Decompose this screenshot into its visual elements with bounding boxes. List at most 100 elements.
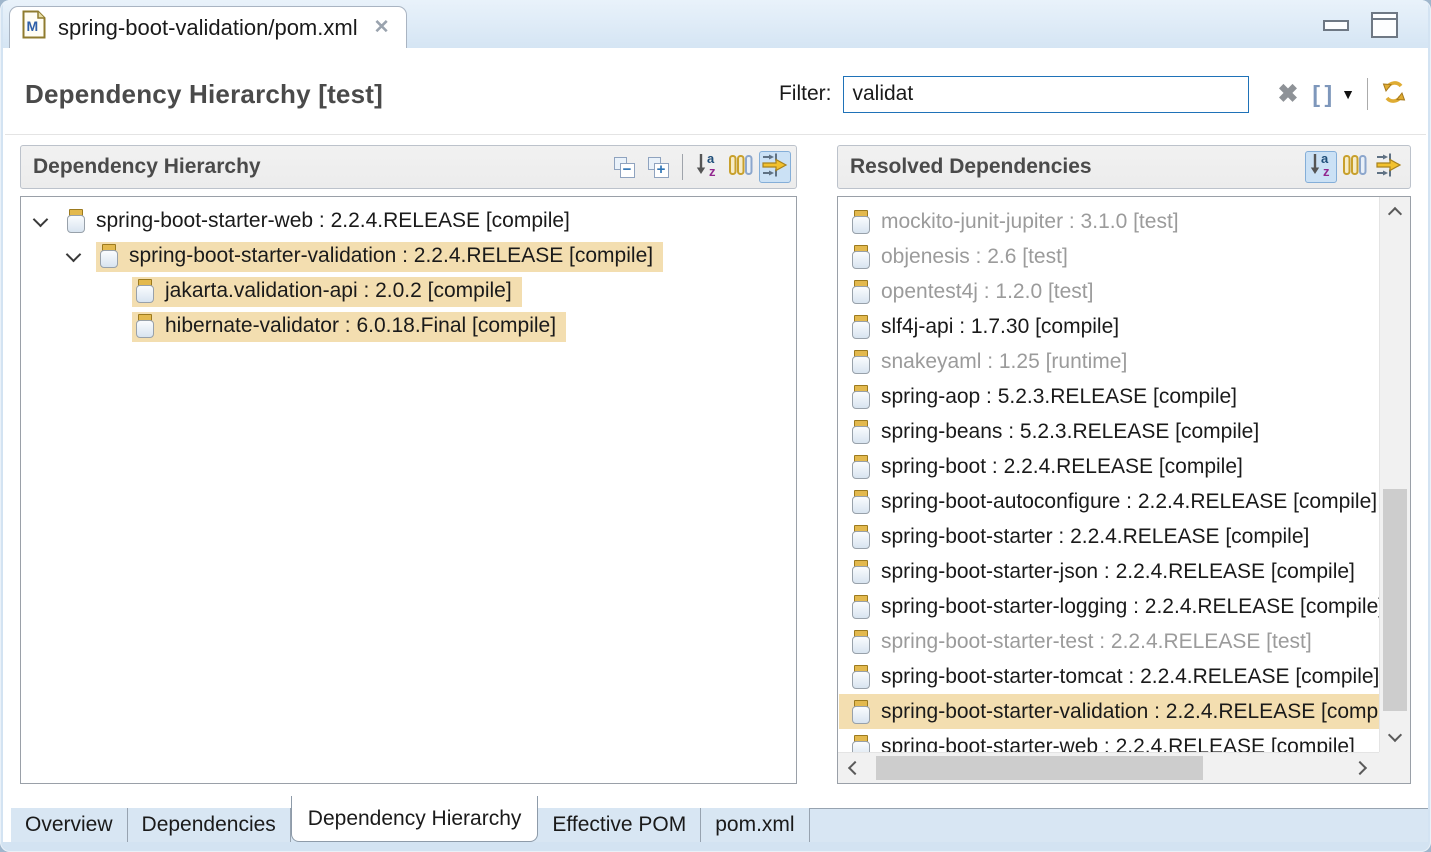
vertical-scrollbar[interactable]: [1379, 197, 1410, 752]
link-arrows-icon: [1375, 152, 1403, 183]
jar-icon: [852, 245, 870, 269]
list-item-label: opentest4j : 1.2.0 [test]: [881, 280, 1093, 304]
jar-icon: [852, 665, 870, 689]
list-item[interactable]: mockito-junit-jupiter : 3.1.0 [test]: [839, 204, 1379, 239]
scroll-left-icon[interactable]: [848, 761, 862, 775]
expand-all-button[interactable]: +: [642, 151, 674, 183]
list-item[interactable]: objenesis : 2.6 [test]: [839, 239, 1379, 274]
list-item[interactable]: spring-boot-starter-validation : 2.2.4.R…: [839, 694, 1379, 729]
filter-group: Filter: ✖ [ ] ▼: [779, 76, 1408, 113]
tab-effective-pom[interactable]: Effective POM: [538, 808, 701, 842]
sort-alphabetically-button[interactable]: a z: [1305, 151, 1337, 183]
tree-row[interactable]: hibernate-validator : 6.0.18.Final [comp…: [21, 309, 796, 344]
panels: Dependency Hierarchy − +: [3, 135, 1428, 796]
list-item-label: snakeyaml : 1.25 [runtime]: [881, 350, 1127, 374]
list-item[interactable]: spring-beans : 5.2.3.RELEASE [compile]: [839, 414, 1379, 449]
tree-row[interactable]: jakarta.validation-api : 2.0.2 [compile]: [21, 274, 796, 309]
scroll-right-icon[interactable]: [1353, 761, 1367, 775]
list-item-label: spring-boot-starter : 2.2.4.RELEASE [com…: [881, 525, 1309, 549]
jar-icon: [852, 630, 870, 654]
list-item[interactable]: opentest4j : 1.2.0 [test]: [839, 274, 1379, 309]
tree-node-label: spring-boot-starter-web : 2.2.4.RELEASE …: [96, 209, 570, 233]
list-item[interactable]: spring-boot-starter : 2.2.4.RELEASE [com…: [839, 519, 1379, 554]
resolved-dependencies-panel: Resolved Dependencies a z: [837, 145, 1411, 784]
show-group-id-button[interactable]: [725, 151, 757, 183]
jar-icon: [852, 385, 870, 409]
sort-alphabetically-button[interactable]: a z: [691, 151, 723, 183]
tree-node[interactable]: jakarta.validation-api : 2.0.2 [compile]: [132, 277, 522, 307]
list-item-label: slf4j-api : 1.7.30 [compile]: [881, 315, 1119, 339]
minimize-icon[interactable]: [1323, 20, 1349, 31]
filter-menu-caret-icon[interactable]: ▼: [1341, 86, 1355, 102]
jar-icon: [852, 700, 870, 724]
chevron-down-icon[interactable]: [33, 211, 49, 227]
editor-tab-title: spring-boot-validation/pom.xml: [58, 15, 358, 41]
link-with-selection-button[interactable]: [1373, 151, 1405, 183]
jar-icon: [852, 210, 870, 234]
jar-icon: [100, 244, 118, 268]
resolved-section-header: Resolved Dependencies a z: [837, 145, 1411, 189]
list-item-label: spring-boot-starter-validation : 2.2.4.R…: [881, 700, 1379, 724]
editor-body: Dependency Hierarchy [test] Filter: ✖ [ …: [3, 48, 1428, 842]
list-item[interactable]: snakeyaml : 1.25 [runtime]: [839, 344, 1379, 379]
list-item[interactable]: spring-aop : 5.2.3.RELEASE [compile]: [839, 379, 1379, 414]
editor-tab-pom[interactable]: M spring-boot-validation/pom.xml ✕: [9, 6, 407, 48]
jar-icon: [852, 525, 870, 549]
list-item[interactable]: spring-boot-starter-logging : 2.2.4.RELE…: [839, 589, 1379, 624]
form-header: Dependency Hierarchy [test] Filter: ✖ [ …: [3, 48, 1428, 134]
jar-icon: [852, 490, 870, 514]
list-item[interactable]: slf4j-api : 1.7.30 [compile]: [839, 309, 1379, 344]
page-title: Dependency Hierarchy [test]: [25, 79, 383, 110]
scroll-down-icon[interactable]: [1388, 728, 1402, 742]
tab-pom-xml[interactable]: pom.xml: [701, 808, 809, 842]
tree-row[interactable]: spring-boot-starter-validation : 2.2.4.R…: [21, 239, 796, 274]
hierarchy-section-header: Dependency Hierarchy − +: [20, 145, 797, 189]
tree-node[interactable]: hibernate-validator : 6.0.18.Final [comp…: [132, 312, 566, 342]
refresh-icon[interactable]: [1380, 78, 1408, 111]
link-with-selection-button[interactable]: [759, 151, 791, 183]
list-item-label: spring-boot-starter-logging : 2.2.4.RELE…: [881, 595, 1379, 619]
jar-icon: [852, 560, 870, 584]
chevron-down-icon[interactable]: [66, 246, 82, 262]
show-group-id-button[interactable]: [1339, 151, 1371, 183]
toolbar-separator: [682, 154, 683, 180]
list-item-label: spring-beans : 5.2.3.RELEASE [compile]: [881, 420, 1259, 444]
list-item[interactable]: spring-boot-starter-tomcat : 2.2.4.RELEA…: [839, 659, 1379, 694]
jar-icon: [852, 735, 870, 753]
tab-overview[interactable]: Overview: [11, 808, 128, 842]
list-item[interactable]: spring-boot-autoconfigure : 2.2.4.RELEAS…: [839, 484, 1379, 519]
jar-icon: [852, 280, 870, 304]
list-item[interactable]: spring-boot : 2.2.4.RELEASE [compile]: [839, 449, 1379, 484]
tab-dependency-hierarchy[interactable]: Dependency Hierarchy: [291, 796, 539, 842]
list-item-label: objenesis : 2.6 [test]: [881, 245, 1068, 269]
dependency-hierarchy-panel: Dependency Hierarchy − +: [20, 145, 797, 784]
tab-dependencies[interactable]: Dependencies: [128, 808, 291, 842]
horizontal-scrollbar-thumb[interactable]: [876, 756, 1203, 780]
svg-text:M: M: [27, 18, 39, 34]
maximize-icon[interactable]: [1371, 12, 1398, 38]
resolved-section-title: Resolved Dependencies: [850, 155, 1092, 179]
filter-input[interactable]: [843, 76, 1249, 113]
vertical-scrollbar-thumb[interactable]: [1383, 489, 1407, 711]
close-icon[interactable]: ✕: [374, 16, 390, 39]
scroll-up-icon[interactable]: [1388, 207, 1402, 221]
jar-icon: [852, 315, 870, 339]
tree-node[interactable]: spring-boot-starter-web : 2.2.4.RELEASE …: [63, 207, 580, 237]
hierarchy-content: spring-boot-starter-web : 2.2.4.RELEASE …: [20, 196, 797, 784]
jar-icon: [852, 455, 870, 479]
list-item-label: spring-boot : 2.2.4.RELEASE [compile]: [881, 455, 1243, 479]
brackets-filter-icon[interactable]: [ ]: [1312, 81, 1331, 108]
collapse-all-button[interactable]: −: [608, 151, 640, 183]
horizontal-scrollbar[interactable]: [838, 752, 1379, 783]
list-item[interactable]: spring-boot-starter-web : 2.2.4.RELEASE …: [839, 729, 1379, 752]
tree-node-label: jakarta.validation-api : 2.0.2 [compile]: [165, 279, 512, 303]
tree-row[interactable]: spring-boot-starter-web : 2.2.4.RELEASE …: [21, 204, 796, 239]
list-item-label: spring-boot-starter-tomcat : 2.2.4.RELEA…: [881, 665, 1379, 689]
list-item[interactable]: spring-boot-starter-json : 2.2.4.RELEASE…: [839, 554, 1379, 589]
tree-node[interactable]: spring-boot-starter-validation : 2.2.4.R…: [96, 242, 663, 272]
sort-az-icon: a z: [1308, 151, 1335, 183]
list-item[interactable]: spring-boot-starter-test : 2.2.4.RELEASE…: [839, 624, 1379, 659]
jar-icon: [852, 350, 870, 374]
svg-text:z: z: [709, 164, 716, 178]
clear-filter-icon[interactable]: ✖: [1277, 82, 1298, 107]
